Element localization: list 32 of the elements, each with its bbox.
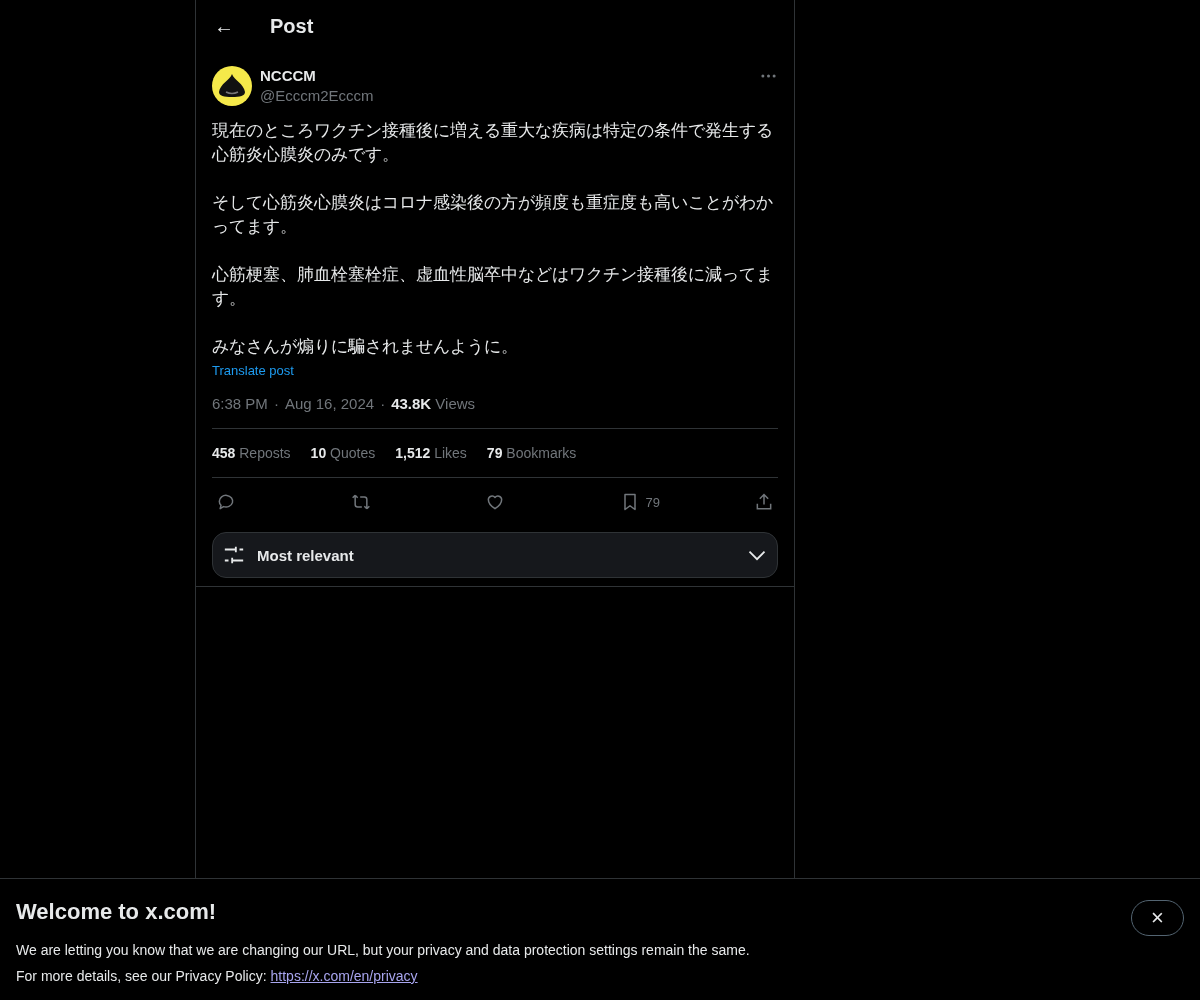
separator-dot: ·: [380, 395, 386, 412]
sort-dropdown[interactable]: Most relevant: [212, 532, 778, 578]
bookmark-count: 79: [645, 494, 660, 510]
author-handle[interactable]: @Ecccm2Ecccm: [260, 86, 753, 106]
more-icon[interactable]: [761, 74, 776, 78]
sliders-icon: [223, 544, 245, 566]
share-icon[interactable]: [754, 492, 774, 512]
post-paragraph: 心筋梗塞、肺血栓塞栓症、虚血性脳卒中などはワクチン接種後に減ってます。: [212, 264, 774, 310]
post-paragraph: 現在のところワクチン接種後に増える重大な疾病は特定の条件で発生する心筋炎心膜炎のみです。: [212, 120, 774, 166]
heart-icon[interactable]: [485, 492, 505, 512]
reply-icon[interactable]: [216, 492, 236, 512]
page-title: Post: [270, 15, 314, 38]
view-count: 43.8K Views: [391, 395, 476, 412]
post-paragraph: みなさんが煽りに騙されませんように。: [212, 336, 519, 358]
banner-text: For more details, see our Privacy Policy:: [16, 967, 267, 986]
post-date[interactable]: Aug 16, 2024: [284, 395, 375, 412]
avatar[interactable]: [212, 66, 252, 106]
close-button[interactable]: ×: [1131, 900, 1184, 936]
post-time[interactable]: 6:38 PM: [212, 395, 268, 412]
separator-dot: ·: [273, 395, 279, 412]
post-paragraph: そして心筋炎心膜炎はコロナ感染後の方が頻度も重症度も高いことがわかってます。: [212, 192, 774, 238]
back-button[interactable]: ←: [212, 15, 234, 38]
banner-text: We are letting you know that we are changing our URL, but your privacy and data protection settings remain the same.: [16, 941, 750, 960]
stat-link[interactable]: 458 Reposts: [212, 445, 291, 461]
banner-title: Welcome to x.com!: [16, 899, 218, 925]
stat-link[interactable]: 10 Quotes: [310, 445, 376, 461]
privacy-link[interactable]: https://x.com/en/privacy: [270, 963, 418, 989]
stat-link[interactable]: 79 Bookmarks: [486, 445, 577, 461]
translate-link[interactable]: Translate post: [212, 363, 294, 378]
stat-link[interactable]: 1,512 Likes: [395, 445, 467, 461]
author-name[interactable]: NCCCM: [260, 66, 753, 86]
repost-icon[interactable]: [350, 492, 371, 512]
